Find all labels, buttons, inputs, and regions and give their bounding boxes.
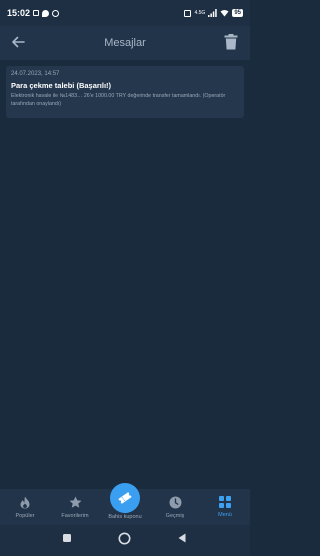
signal-icon [208, 9, 218, 17]
nav-item-bahis-kuponu[interactable]: Bahis kuponu [100, 483, 150, 525]
battery-indicator: 95 [232, 9, 243, 17]
network-label: 4.5G [194, 10, 206, 16]
nav-label-favorilerim: Favorilerim [61, 513, 89, 519]
nfc-icon [184, 9, 192, 17]
nav-item-favorilerim[interactable]: Favorilerim [50, 489, 100, 525]
home-icon[interactable] [118, 532, 131, 545]
whatsapp-icon [52, 9, 60, 17]
page-title: Mesajlar [104, 37, 146, 49]
clock-icon [169, 496, 181, 509]
bet-slip-button[interactable] [110, 483, 140, 513]
screen: 15:02 4.5G 95 Mesajlar 24.07.2023, 14:57… [0, 0, 250, 556]
status-bar: 15:02 4.5G 95 [0, 0, 250, 26]
nav-label-populer: Popüler [15, 513, 35, 519]
back-nav-icon[interactable] [177, 533, 187, 543]
flame-icon [20, 496, 30, 509]
message-date: 24.07.2023, 14:57 [11, 71, 60, 77]
ticket-icon [118, 492, 132, 504]
nav-item-menu[interactable]: Menü [200, 489, 250, 525]
nav-label-menu: Menü [218, 512, 232, 518]
app-notification-icon [33, 10, 40, 16]
bottom-navigation: Popüler Favorilerim Bahis kuponu Geçmiş … [0, 483, 250, 525]
trash-icon[interactable] [224, 34, 238, 50]
message-item[interactable]: 24.07.2023, 14:57 Para çekme talebi (Baş… [6, 66, 244, 118]
grid-icon [219, 496, 231, 508]
wifi-icon [220, 10, 229, 17]
chat-notification-icon [42, 9, 50, 17]
message-body: Elektronik havale ile №1483… 26'e 1000.0… [11, 93, 226, 107]
nav-item-gecmis[interactable]: Geçmiş [150, 489, 200, 525]
nav-item-populer[interactable]: Popüler [0, 489, 50, 525]
recents-icon[interactable] [62, 533, 72, 543]
message-title: Para çekme talebi (Başarılı!) [11, 81, 112, 90]
notification-icons [33, 9, 60, 17]
nav-label-gecmis: Geçmiş [165, 513, 185, 519]
star-icon [69, 496, 81, 508]
app-bar: Mesajlar [0, 26, 250, 60]
system-status-icons: 4.5G 95 [184, 9, 243, 17]
nav-label-bahis-kuponu: Bahis kuponu [108, 514, 142, 520]
status-time: 15:02 [7, 8, 31, 18]
back-arrow-icon[interactable] [10, 34, 26, 50]
system-navigation-bar [0, 525, 250, 556]
